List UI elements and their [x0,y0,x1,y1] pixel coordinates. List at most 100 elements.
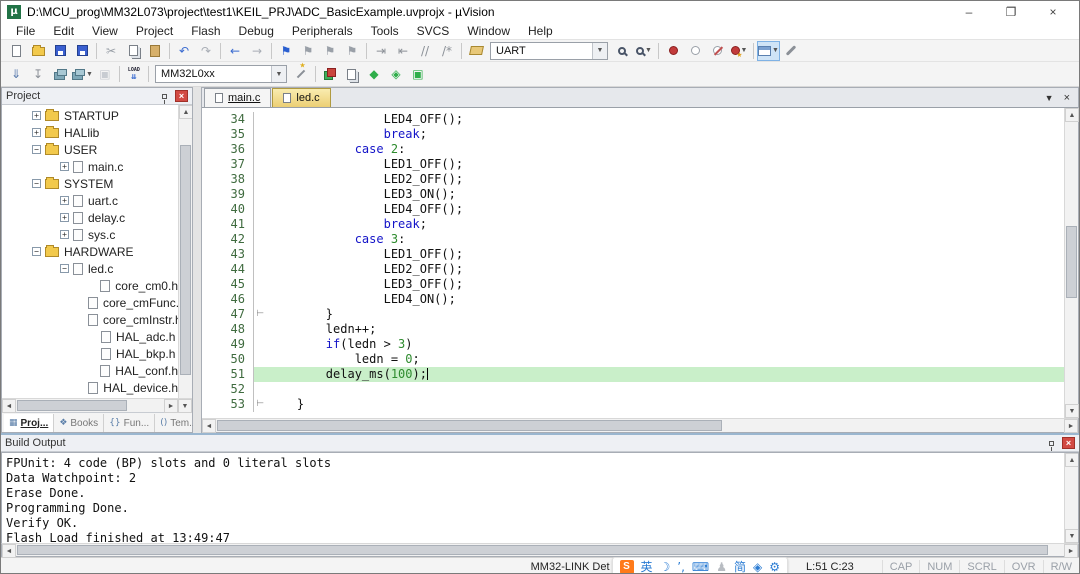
menu-help[interactable]: Help [519,24,562,38]
ime-icon-6[interactable]: 简 [734,561,746,573]
paste-button[interactable] [144,41,166,61]
menu-debug[interactable]: Debug [230,24,283,38]
ime-icon-4[interactable]: ⌨ [692,561,709,573]
cut-button[interactable]: ✂ [100,41,122,61]
target-combo[interactable]: MM32L0xx ▼ [154,65,287,83]
tree-item-startup[interactable]: + STARTUP [2,107,178,124]
next-bookmark-button[interactable]: ⚑ [319,41,341,61]
menu-project[interactable]: Project [127,24,182,38]
pack-installer-button[interactable]: ▣ [407,64,429,84]
batch-build-button[interactable]: ▼ [71,64,94,84]
vertical-splitter[interactable] [193,87,201,433]
scroll-thumb[interactable] [1066,226,1077,298]
tree-item-user[interactable]: − USER [2,141,178,158]
manage-project-items-button[interactable] [341,64,363,84]
open-file-button[interactable] [27,41,49,61]
tree-item-main-c[interactable]: + main.c [2,158,178,175]
search-combo-dropdown-icon[interactable]: ▼ [592,42,607,59]
search-combo[interactable]: UART ▼ [490,41,608,60]
scroll-down-icon[interactable]: ▼ [1065,404,1079,418]
batch-build-button-dropdown-icon[interactable]: ▼ [86,71,93,78]
debug-windows-button[interactable]: ▼ [757,40,780,61]
tree-item-hal-device-h[interactable]: HAL_device.h [2,379,178,396]
code-line-50[interactable]: 50 ledn = 0; [202,352,1064,367]
enable-breakpoint-button[interactable] [684,41,706,61]
menu-svcs[interactable]: SVCS [408,24,459,38]
rebuild-button[interactable] [49,64,71,84]
tab-list-icon[interactable]: ▼ [1045,93,1054,103]
project-tree-hscrollbar[interactable]: ◄ ► ▼ [2,398,192,413]
code-line-45[interactable]: 45 LED3_OFF(); [202,277,1064,292]
tree-item-hal-bkp-h[interactable]: HAL_bkp.h [2,345,178,362]
build-output-vscrollbar[interactable]: ▲ ▼ [1064,453,1078,543]
code-line-36[interactable]: 36 case 2: [202,142,1064,157]
build-output-body[interactable]: FPUnit: 4 code (BP) slots and 0 literal … [1,452,1079,543]
manage-rte-button[interactable] [319,64,341,84]
tree-item-uart-c[interactable]: + uart.c [2,192,178,209]
tree-item-delay-c[interactable]: + delay.c [2,209,178,226]
target-combo-dropdown-icon[interactable]: ▼ [270,66,286,82]
expand-icon[interactable]: + [60,162,69,171]
panel-tab-proj[interactable]: ▦ Proj... [4,414,55,432]
find-in-files-button[interactable] [465,41,487,61]
software-packs-button[interactable]: ◈ [385,64,407,84]
expand-icon[interactable]: + [60,213,69,222]
pin-icon[interactable] [1049,440,1054,451]
code-line-53[interactable]: 53 ⊢ } [202,397,1064,412]
options-for-target-button[interactable] [290,64,312,84]
code-line-35[interactable]: 35 break; [202,127,1064,142]
scroll-left-icon[interactable]: ◄ [2,399,16,413]
disable-all-breakpoints-button[interactable] [706,41,728,61]
scroll-right-icon[interactable]: ► [164,399,178,413]
outdent-button[interactable]: ⇤ [392,41,414,61]
code-line-39[interactable]: 39 LED3_ON(); [202,187,1064,202]
incremental-find-button[interactable]: ▼ [633,41,655,61]
menu-flash[interactable]: Flash [182,24,229,38]
save-all-button[interactable] [71,41,93,61]
menu-view[interactable]: View [83,24,127,38]
menu-file[interactable]: File [7,24,44,38]
incremental-find-button-dropdown-icon[interactable]: ▼ [645,47,652,54]
new-file-button[interactable] [5,41,27,61]
menu-peripherals[interactable]: Peripherals [283,24,362,38]
build-output-hscrollbar[interactable]: ◄ ► [1,543,1079,558]
kill-all-breakpoints-button[interactable]: ▼ [728,41,750,61]
code-line-41[interactable]: 41 break; [202,217,1064,232]
tree-item-core-cminstr-h[interactable]: core_cmInstr.h [2,311,178,328]
scroll-thumb[interactable] [17,545,1048,555]
restore-icon[interactable]: ❐ [1003,5,1019,19]
stop-build-button[interactable]: ▣ [94,64,116,84]
editor-vscrollbar[interactable]: ▲ ▼ [1064,108,1079,418]
tree-item-led-c[interactable]: − led.c [2,260,178,277]
ime-icon-2[interactable]: ☽ [660,561,671,573]
flash-download-button[interactable]: LOAD [123,64,145,84]
ime-icon-8[interactable]: ⚙ [769,561,780,573]
scroll-left-icon[interactable]: ◄ [2,544,16,558]
expand-icon[interactable]: + [32,128,41,137]
scroll-up-icon[interactable]: ▲ [179,105,192,119]
configuration-button[interactable] [780,41,802,61]
build-output-close-icon[interactable]: × [1062,437,1075,449]
code-line-37[interactable]: 37 LED1_OFF(); [202,157,1064,172]
scroll-up-icon[interactable]: ▲ [1065,453,1078,467]
panel-tab-books[interactable]: ❖ Books [54,414,105,432]
pin-icon[interactable] [162,93,167,104]
scroll-up-icon[interactable]: ▲ [1065,108,1079,122]
project-tree-vscrollbar[interactable]: ▲ [178,105,192,398]
tree-item-hardware[interactable]: − HARDWARE [2,243,178,260]
tree-item-sys-c[interactable]: + sys.c [2,226,178,243]
code-line-46[interactable]: 46 LED4_ON(); [202,292,1064,307]
scroll-down-icon[interactable]: ▼ [1065,529,1078,543]
translate-button[interactable]: ⇓ [5,64,27,84]
editor-hscrollbar[interactable]: ◄ ► [202,418,1078,433]
code-line-40[interactable]: 40 LED4_OFF(); [202,202,1064,217]
code-line-42[interactable]: 42 case 3: [202,232,1064,247]
tree-item-hal-conf-h[interactable]: HAL_conf.h [2,362,178,379]
comment-button[interactable]: // [414,41,436,61]
toggle-bookmark-button[interactable]: ⚑ [275,41,297,61]
code-line-51[interactable]: 51 delay_ms(100); [202,367,1064,382]
tree-item-system[interactable]: − SYSTEM [2,175,178,192]
collapse-icon[interactable]: − [60,264,69,273]
tree-item-hallib[interactable]: + HALlib [2,124,178,141]
panel-tab-fun[interactable]: {} Fun... [104,414,156,432]
